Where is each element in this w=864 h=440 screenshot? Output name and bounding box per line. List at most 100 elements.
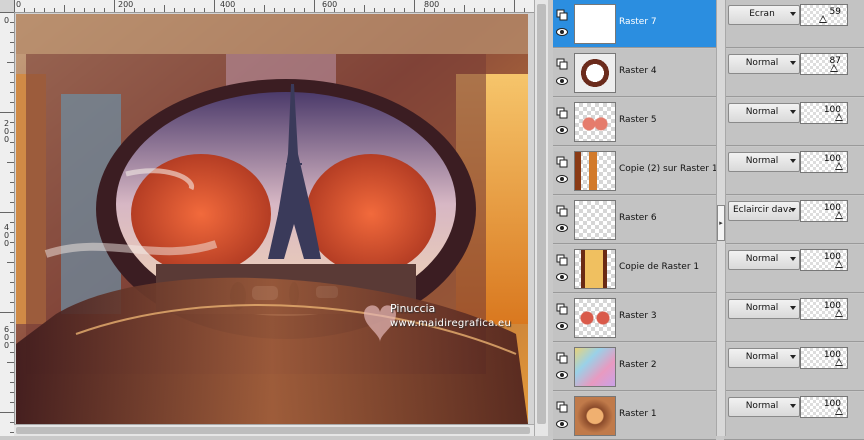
opacity-slider[interactable]: 100 xyxy=(800,151,848,173)
layer-thumbnail[interactable] xyxy=(574,298,616,338)
ruler-tick xyxy=(314,0,315,12)
collapse-arrow-icon[interactable]: ▸ xyxy=(717,205,725,241)
ruler-tick xyxy=(274,8,275,12)
blend-mode-dropdown[interactable]: Normal xyxy=(728,250,800,270)
layer-row[interactable]: Raster 1 xyxy=(553,392,716,440)
blend-mode-dropdown[interactable]: Éclaircir davantage xyxy=(728,201,800,221)
layer-thumbnail[interactable] xyxy=(574,53,616,93)
ruler-tick xyxy=(304,8,305,12)
layer-thumbnail[interactable] xyxy=(574,4,616,44)
chevron-down-icon[interactable] xyxy=(790,159,796,163)
eye-icon[interactable] xyxy=(556,419,568,429)
chevron-down-icon[interactable] xyxy=(790,306,796,310)
panel-splitter[interactable]: ▸ xyxy=(716,0,726,436)
ruler-tick xyxy=(494,8,495,12)
opacity-slider[interactable]: 87 xyxy=(800,53,848,75)
layer-group-icon[interactable] xyxy=(556,58,568,70)
opacity-marker-icon[interactable] xyxy=(835,358,843,366)
chevron-down-icon[interactable] xyxy=(790,208,796,212)
horizontal-scrollbar[interactable] xyxy=(14,424,534,436)
opacity-marker-icon[interactable] xyxy=(835,407,843,415)
scrollbar-thumb[interactable] xyxy=(16,427,530,434)
image-canvas-area[interactable]: 0 200 400 600 800 0 2 0 0 4 0 0 6 0 0 Pi… xyxy=(0,0,548,436)
eye-icon[interactable] xyxy=(556,27,568,37)
chevron-down-icon[interactable] xyxy=(790,12,796,16)
layer-group-icon[interactable] xyxy=(556,107,568,119)
ruler-tick xyxy=(74,8,75,12)
opacity-marker-icon[interactable] xyxy=(819,15,827,23)
blend-mode-dropdown[interactable]: Normal xyxy=(728,103,800,123)
blend-mode-dropdown[interactable]: Normal xyxy=(728,152,800,172)
ruler-tick xyxy=(394,8,395,12)
layer-thumbnail[interactable] xyxy=(574,102,616,142)
ruler-tick xyxy=(10,82,14,83)
eye-icon[interactable] xyxy=(556,321,568,331)
blend-mode-dropdown[interactable]: Normal xyxy=(728,348,800,368)
eye-icon[interactable] xyxy=(556,174,568,184)
layer-group-icon[interactable] xyxy=(556,303,568,315)
ruler-tick xyxy=(424,8,425,12)
layer-row[interactable]: Raster 6 xyxy=(553,196,716,244)
blend-mode-dropdown[interactable]: Normal xyxy=(728,299,800,319)
opacity-slider[interactable]: 100 xyxy=(800,298,848,320)
opacity-slider[interactable]: 100 xyxy=(800,200,848,222)
blend-mode-value: Normal xyxy=(745,58,779,68)
layer-thumbnail[interactable] xyxy=(574,347,616,387)
vertical-scrollbar[interactable] xyxy=(534,0,549,436)
opacity-slider[interactable]: 100 xyxy=(800,396,848,418)
opacity-slider[interactable]: 100 xyxy=(800,249,848,271)
chevron-down-icon[interactable] xyxy=(790,61,796,65)
blend-mode-dropdown[interactable]: Normal xyxy=(728,397,800,417)
opacity-marker-icon[interactable] xyxy=(830,64,838,72)
layer-thumbnail[interactable] xyxy=(574,396,616,436)
layer-group-icon[interactable] xyxy=(556,401,568,413)
layer-row[interactable]: Raster 5 xyxy=(553,98,716,146)
blend-mode-dropdown[interactable]: Normal xyxy=(728,54,800,74)
ruler-tick xyxy=(514,0,515,12)
opacity-marker-icon[interactable] xyxy=(835,113,843,121)
layer-group-icon[interactable] xyxy=(556,254,568,266)
layer-properties-row: Normal 87 xyxy=(724,49,864,97)
chevron-down-icon[interactable] xyxy=(790,355,796,359)
ruler-tick xyxy=(294,8,295,12)
eye-icon[interactable] xyxy=(556,272,568,282)
layer-row[interactable]: Raster 4 xyxy=(553,49,716,97)
opacity-marker-icon[interactable] xyxy=(835,162,843,170)
ruler-label: 6 0 0 xyxy=(4,325,10,350)
ruler-tick xyxy=(34,8,35,12)
layer-thumbnail[interactable] xyxy=(574,200,616,240)
blend-mode-dropdown[interactable]: Écran xyxy=(728,5,800,25)
opacity-slider[interactable]: 59 xyxy=(800,4,848,26)
chevron-down-icon[interactable] xyxy=(790,257,796,261)
ruler-tick xyxy=(384,8,385,12)
opacity-slider[interactable]: 100 xyxy=(800,102,848,124)
ruler-tick xyxy=(10,322,14,323)
scrollbar-thumb[interactable] xyxy=(537,4,546,424)
opacity-marker-icon[interactable] xyxy=(835,309,843,317)
eye-icon[interactable] xyxy=(556,125,568,135)
chevron-down-icon[interactable] xyxy=(790,110,796,114)
layer-group-icon[interactable] xyxy=(556,156,568,168)
ruler-tick xyxy=(10,422,14,423)
ruler-tick xyxy=(10,352,14,353)
opacity-value: 59 xyxy=(829,7,841,17)
eye-icon[interactable] xyxy=(556,370,568,380)
ruler-tick xyxy=(10,242,14,243)
eye-icon[interactable] xyxy=(556,76,568,86)
layer-row[interactable]: Raster 7 xyxy=(553,0,716,48)
layer-group-icon[interactable] xyxy=(556,9,568,21)
layer-row[interactable]: Raster 3 xyxy=(553,294,716,342)
layer-group-icon[interactable] xyxy=(556,352,568,364)
layer-thumbnail[interactable] xyxy=(574,151,616,191)
opacity-slider[interactable]: 100 xyxy=(800,347,848,369)
layer-row[interactable]: Copie de Raster 1 xyxy=(553,245,716,293)
artwork-image[interactable] xyxy=(16,14,528,424)
layer-thumbnail[interactable] xyxy=(574,249,616,289)
layer-group-icon[interactable] xyxy=(556,205,568,217)
opacity-marker-icon[interactable] xyxy=(835,260,843,268)
chevron-down-icon[interactable] xyxy=(790,404,796,408)
opacity-marker-icon[interactable] xyxy=(835,211,843,219)
layer-row[interactable]: Raster 2 xyxy=(553,343,716,391)
eye-icon[interactable] xyxy=(556,223,568,233)
layer-row[interactable]: Copie (2) sur Raster 1 xyxy=(553,147,718,195)
